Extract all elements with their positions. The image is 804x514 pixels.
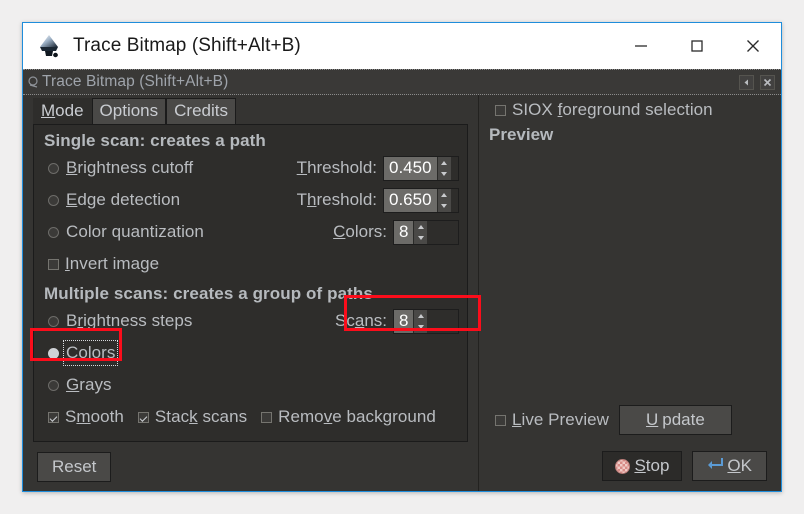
row-invert-image: Invert image	[42, 248, 459, 280]
spinner-arrows[interactable]	[437, 189, 451, 212]
radio-grays[interactable]	[48, 380, 59, 391]
label-remove-background: Remove background	[278, 407, 436, 427]
label-colors-option: Colors	[66, 343, 115, 363]
value-brightness-threshold: 0.450	[384, 157, 437, 180]
label-brightness-steps: Brightness steps	[66, 311, 192, 331]
ok-button-label: OK	[727, 456, 752, 476]
group-smooth: Smooth	[42, 407, 124, 427]
stop-button-label: Stop	[634, 456, 669, 476]
checkbox-siox[interactable]	[495, 105, 506, 116]
label-threshold-brightness: Threshold:	[297, 158, 377, 178]
preview-title: Preview	[479, 125, 781, 145]
stop-icon	[615, 459, 630, 474]
row-scan-checkboxes: Smooth Stack scans Remove background	[42, 401, 459, 433]
minimize-icon[interactable]	[613, 23, 669, 69]
row-siox: SIOX foreground selection	[479, 97, 781, 123]
checkbox-smooth[interactable]	[48, 412, 59, 423]
single-scan-heading: Single scan: creates a path	[44, 131, 459, 151]
spinner-edge-threshold[interactable]: 0.650	[383, 188, 459, 213]
window-controls	[613, 23, 781, 69]
tab-bar: Mode Options Credits	[23, 95, 478, 124]
spinner-up-icon[interactable]	[414, 221, 427, 233]
tab-options[interactable]: Options	[92, 98, 167, 125]
spinner-brightness-threshold[interactable]: 0.450	[383, 156, 459, 181]
tab-credits[interactable]: Credits	[166, 98, 236, 125]
preview-panel: SIOX foreground selection Preview Live P…	[478, 95, 781, 491]
spinner-up-icon[interactable]	[414, 310, 427, 322]
dock-title: Trace Bitmap (Shift+Alt+B)	[42, 73, 228, 91]
label-threshold-edge: Threshold:	[297, 190, 377, 210]
spinner-down-icon[interactable]	[438, 200, 451, 212]
label-siox: SIOX foreground selection	[512, 100, 713, 120]
radio-brightness-cutoff[interactable]	[48, 163, 59, 174]
label-invert-image: Invert image	[65, 254, 159, 274]
checkbox-stack-scans[interactable]	[138, 412, 149, 423]
label-scans: Scans:	[335, 311, 387, 331]
row-brightness-steps: Brightness steps Scans: 8	[42, 305, 459, 337]
row-grays: Grays	[42, 369, 459, 401]
spinner-up-icon[interactable]	[438, 189, 451, 201]
value-edge-threshold: 0.650	[384, 189, 437, 212]
row-brightness-cutoff: Brightness cutoff Threshold: 0.450	[42, 152, 459, 184]
group-remove-background: Remove background	[255, 407, 436, 427]
enter-arrow-icon	[707, 456, 723, 476]
spinner-down-icon[interactable]	[414, 321, 427, 333]
spinner-arrows[interactable]	[413, 310, 427, 333]
label-smooth: Smooth	[65, 407, 124, 427]
value-scans: 8	[394, 310, 413, 333]
group-stack-scans: Stack scans	[132, 407, 247, 427]
checkbox-live-preview[interactable]	[495, 415, 506, 426]
spinner-colors[interactable]: 8	[393, 220, 459, 245]
collapse-left-icon[interactable]	[739, 75, 754, 90]
label-colors: Colors:	[333, 222, 387, 242]
value-colors: 8	[394, 221, 413, 244]
update-button[interactable]: Update	[619, 405, 732, 435]
mode-tab-page: Single scan: creates a path Brightness c…	[33, 124, 468, 442]
spinner-arrows[interactable]	[413, 221, 427, 244]
pin-icon[interactable]	[27, 75, 41, 89]
label-brightness-cutoff: Brightness cutoff	[66, 158, 193, 178]
desktop-background: Trace Bitmap (Shift+Alt+B)	[0, 0, 804, 514]
spinner-down-icon[interactable]	[438, 168, 451, 180]
label-live-preview: Live Preview	[512, 410, 609, 430]
spinner-scans[interactable]: 8	[393, 309, 459, 334]
spinner-up-icon[interactable]	[438, 157, 451, 169]
spinner-down-icon[interactable]	[414, 232, 427, 244]
close-icon[interactable]	[725, 23, 781, 69]
radio-brightness-steps[interactable]	[48, 316, 59, 327]
radio-edge-detection[interactable]	[48, 195, 59, 206]
label-stack-scans: Stack scans	[155, 407, 247, 427]
stop-button[interactable]: Stop	[602, 451, 682, 481]
row-edge-detection: Edge detection Threshold: 0.650	[42, 184, 459, 216]
action-buttons: Stop OK	[479, 441, 781, 491]
inkscape-icon	[35, 32, 63, 60]
label-edge-detection: Edge detection	[66, 190, 180, 210]
radio-colors[interactable]	[48, 348, 59, 359]
dock-buttons	[739, 75, 777, 90]
row-color-quantization: Color quantization Colors: 8	[42, 216, 459, 248]
label-color-quantization: Color quantization	[66, 222, 204, 242]
dock-close-icon[interactable]	[760, 75, 775, 90]
preview-image-area	[489, 149, 771, 399]
checkbox-invert-image[interactable]	[48, 259, 59, 270]
reset-button[interactable]: Reset	[37, 452, 111, 482]
mode-panel: Mode Options Credits Single scan: create…	[23, 95, 478, 491]
row-colors: Colors	[42, 337, 459, 369]
dialog-body: Mode Options Credits Single scan: create…	[23, 95, 781, 491]
window-titlebar: Trace Bitmap (Shift+Alt+B)	[23, 23, 781, 69]
reset-row: Reset	[23, 442, 478, 491]
dock-header: Trace Bitmap (Shift+Alt+B)	[23, 69, 781, 95]
maximize-icon[interactable]	[669, 23, 725, 69]
window-title: Trace Bitmap (Shift+Alt+B)	[73, 35, 301, 57]
radio-color-quantization[interactable]	[48, 227, 59, 238]
label-grays: Grays	[66, 375, 112, 395]
multiple-scans-heading: Multiple scans: creates a group of paths	[44, 284, 459, 304]
row-live-preview: Live Preview Update	[479, 399, 781, 441]
tab-mode[interactable]: Mode	[33, 98, 92, 125]
trace-bitmap-window: Trace Bitmap (Shift+Alt+B)	[22, 22, 782, 492]
checkbox-remove-background[interactable]	[261, 412, 272, 423]
ok-button[interactable]: OK	[692, 451, 767, 481]
spinner-arrows[interactable]	[437, 157, 451, 180]
